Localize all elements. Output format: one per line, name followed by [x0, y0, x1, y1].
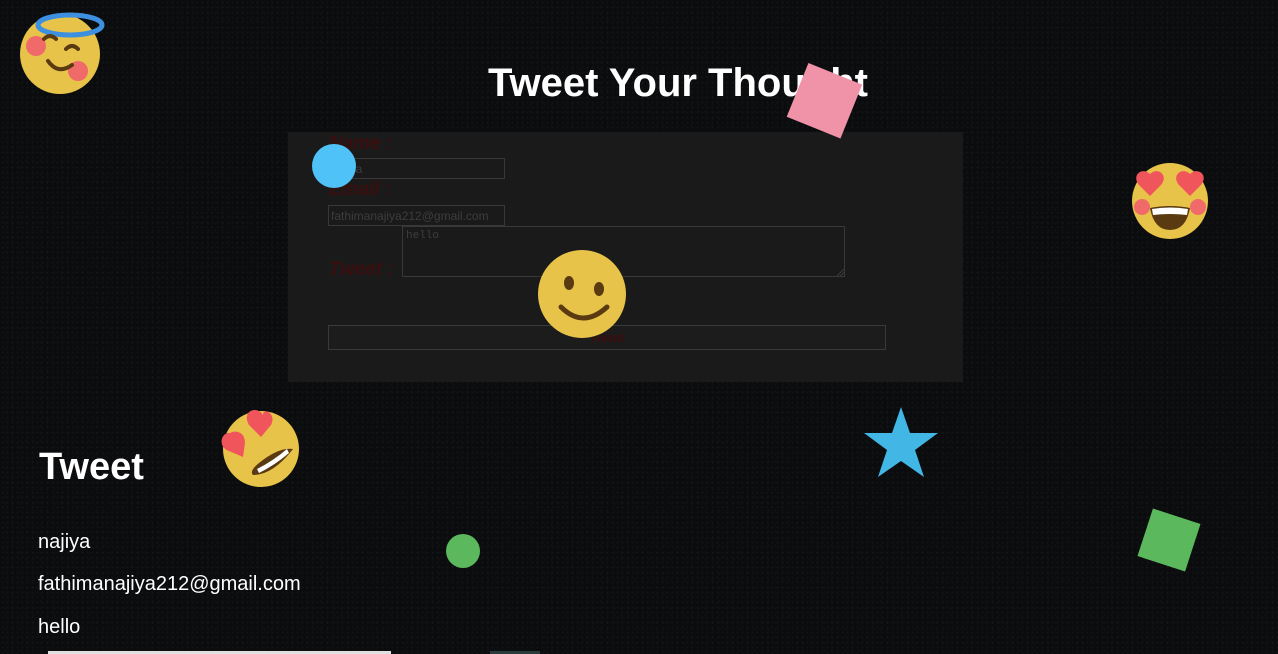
tweet-form: Name : Email : Tweet : hello Tweet: [288, 132, 963, 382]
name-input[interactable]: [328, 158, 505, 179]
email-label: Email :: [329, 179, 392, 200]
tweet-output-text: hello: [38, 616, 81, 638]
star-icon: [864, 407, 938, 477]
page-title: Tweet Your Thought: [488, 61, 868, 105]
tweet-textarea[interactable]: hello: [402, 226, 845, 277]
tweet-output-heading: Tweet: [39, 446, 144, 488]
heart-eyes-emoji-icon: [221, 410, 299, 487]
green-circle-icon: [446, 534, 480, 568]
tweet-submit-button[interactable]: Tweet: [328, 325, 886, 350]
textarea-resize-handle[interactable]: [837, 269, 844, 276]
tweet-label: Tweet :: [329, 259, 394, 280]
name-label: Name :: [329, 133, 393, 154]
tweet-output-email: fathimanajiya212@gmail.com: [38, 573, 301, 595]
email-input[interactable]: [328, 205, 505, 226]
heart-eyes-emoji-icon: [1132, 163, 1208, 239]
green-square-icon: [1137, 508, 1201, 572]
tweet-output-name: najiya: [38, 531, 91, 553]
